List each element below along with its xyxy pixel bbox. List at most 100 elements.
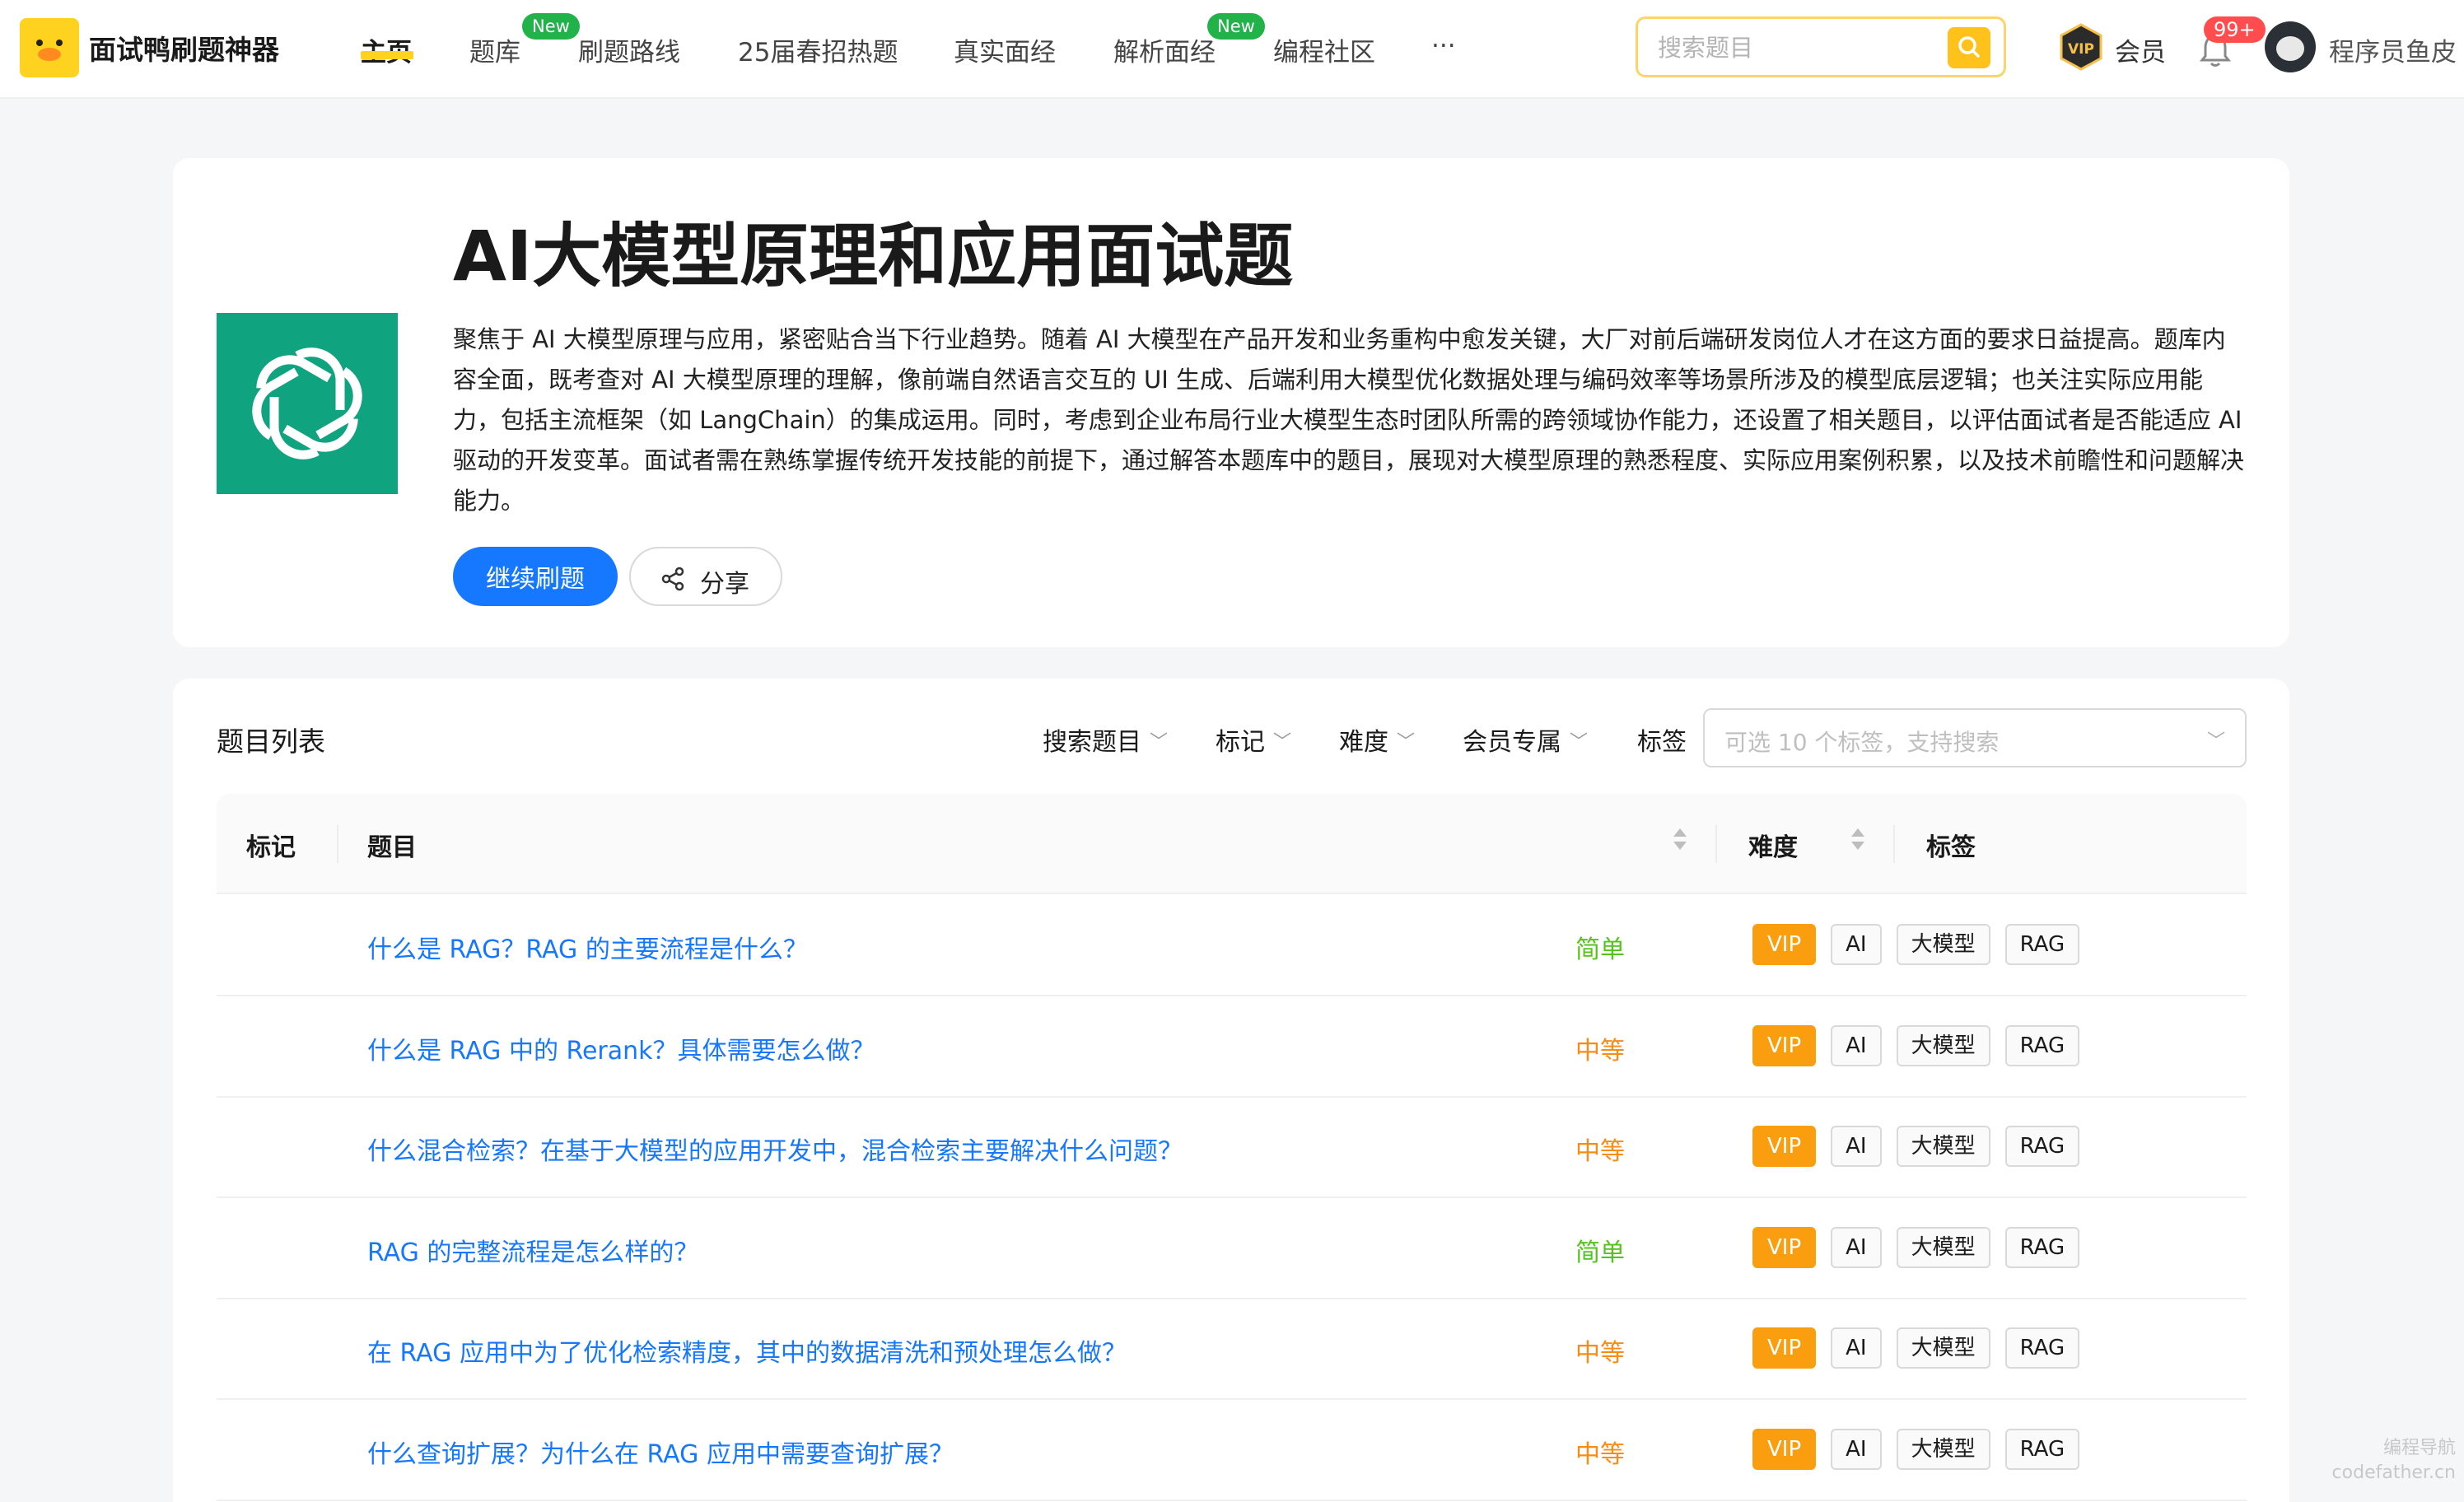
nav-study-path[interactable]: 刷题路线 (578, 31, 680, 68)
nav-more[interactable]: ··· (1431, 31, 1456, 61)
tag[interactable]: AI (1831, 1226, 1882, 1268)
avatar[interactable] (2265, 21, 2316, 72)
page-title: AI大模型原理和应用面试题 (453, 216, 1294, 296)
duck-logo-icon[interactable] (20, 18, 79, 77)
question-title-link[interactable]: 什么查询扩展？为什么在 RAG 应用中需要查询扩展？ (367, 1434, 954, 1470)
tag[interactable]: AI (1831, 1428, 1882, 1470)
nav-community[interactable]: 编程社区 (1273, 31, 1375, 68)
nav-question-bank[interactable]: 题库 (469, 31, 520, 68)
difficulty-label: 中等 (1575, 1036, 1625, 1066)
difficulty-label: 中等 (1575, 1137, 1625, 1166)
difficulty-label: 中等 (1575, 1439, 1625, 1469)
filter-search-dropdown[interactable]: 搜索题目 ﹀ (1043, 721, 1168, 758)
filter-difficulty-dropdown[interactable]: 难度 ﹀ (1339, 721, 1415, 758)
nav-parsed-interviews[interactable]: 解析面经 (1113, 31, 1216, 68)
chevron-down-icon: ﹀ (1397, 732, 1416, 753)
tag[interactable]: 大模型 (1896, 1428, 1990, 1470)
tag[interactable]: RAG (2004, 1226, 2080, 1268)
tag[interactable]: RAG (2004, 924, 2080, 965)
question-bank-description: 聚焦于 AI 大模型原理与应用，紧密贴合当下行业趋势。随着 AI 大模型在产品开… (453, 325, 2245, 515)
question-title-link[interactable]: RAG 的完整流程是怎么样的？ (367, 1232, 698, 1268)
column-title[interactable]: 题目 (367, 827, 417, 863)
notification-count-badge: 99+ (2204, 16, 2266, 43)
tag-list: VIP AI 大模型 RAG (1752, 1327, 2080, 1369)
vip-icon[interactable]: VIP (2059, 23, 2103, 71)
tag-select[interactable]: 可选 10 个标签，支持搜索 ﹀ (1703, 708, 2247, 767)
difficulty-label: 中等 (1575, 1339, 1625, 1368)
share-button[interactable]: 分享 (629, 547, 782, 606)
chevron-down-icon: ﹀ (1570, 732, 1589, 753)
continue-practice-button[interactable]: 继续刷题 (453, 547, 618, 606)
question-list-title: 题目列表 (217, 725, 325, 758)
username[interactable]: 程序员鱼皮 (2329, 31, 2457, 68)
tag[interactable]: 大模型 (1896, 1126, 1990, 1167)
difficulty-label: 简单 (1575, 935, 1625, 964)
search-box (1636, 16, 2006, 77)
filter-mark-dropdown[interactable]: 标记 ﹀ (1216, 721, 1291, 758)
vip-label[interactable]: 会员 (2115, 31, 2166, 68)
tag-select-placeholder: 可选 10 个标签，支持搜索 (1724, 729, 2000, 756)
tag[interactable]: 大模型 (1896, 1327, 1990, 1369)
tag[interactable]: 大模型 (1896, 924, 1990, 965)
tag[interactable]: 大模型 (1896, 1024, 1990, 1066)
vip-tag[interactable]: VIP (1752, 1226, 1817, 1268)
column-difficulty[interactable]: 难度 (1748, 827, 1798, 863)
nav-active-indicator (361, 51, 413, 59)
nav-spring-hot[interactable]: 25届春招热题 (738, 31, 898, 68)
table-row[interactable]: 什么混合检索？在基于大模型的应用开发中，混合检索主要解决什么问题？ 中等 VIP AI… (217, 1096, 2247, 1198)
vip-tag[interactable]: VIP (1752, 1327, 1817, 1369)
table-row[interactable]: 什么查询扩展？为什么在 RAG 应用中需要查询扩展？ 中等 VIP AI 大模型 RAG (217, 1399, 2247, 1501)
chevron-down-icon: ﹀ (2206, 731, 2225, 752)
tag[interactable]: RAG (2004, 1024, 2080, 1066)
table-row[interactable]: RAG 的完整流程是怎么样的？ 简单 VIP AI 大模型 RAG (217, 1197, 2247, 1299)
new-badge: New (522, 13, 580, 40)
tag-filter-label: 标签 (1637, 728, 1687, 757)
nav-real-interviews[interactable]: 真实面经 (954, 31, 1056, 68)
tag[interactable]: AI (1831, 1126, 1882, 1167)
question-title-link[interactable]: 什么混合检索？在基于大模型的应用开发中，混合检索主要解决什么问题？ (367, 1131, 1183, 1167)
svg-text:VIP: VIP (2068, 41, 2094, 58)
table-header: 标记 题目 难度 标签 (217, 794, 2247, 894)
question-title-link[interactable]: 什么是 RAG 中的 Rerank？具体需要怎么做？ (367, 1030, 875, 1066)
tag[interactable]: AI (1831, 1024, 1882, 1066)
vip-tag[interactable]: VIP (1752, 1024, 1817, 1066)
tag[interactable]: AI (1831, 924, 1882, 965)
share-label: 分享 (700, 570, 749, 599)
tag-list: VIP AI 大模型 RAG (1752, 1024, 2080, 1066)
chevron-down-icon: ﹀ (1150, 732, 1169, 753)
tag[interactable]: AI (1831, 1327, 1882, 1369)
watermark: 编程导航 codefather.cn (2331, 1438, 2456, 1483)
tag-list: VIP AI 大模型 RAG (1752, 924, 2080, 965)
top-nav-bar: 面试鸭刷题神器 主页 题库 New 刷题路线 25届春招热题 真实面经 解析面经… (0, 0, 2464, 99)
question-bank-header-card: AI大模型原理和应用面试题 聚焦于 AI 大模型原理与应用，紧密贴合当下行业趋势… (173, 158, 2289, 647)
openai-logo-icon (217, 313, 398, 494)
sort-icon[interactable] (1671, 825, 1689, 858)
vip-tag[interactable]: VIP (1752, 1428, 1817, 1470)
vip-tag[interactable]: VIP (1752, 924, 1817, 965)
share-icon (661, 567, 684, 591)
table-row[interactable]: 在 RAG 应用中为了优化检索精度，其中的数据清洗和预处理怎么做？ 中等 VIP AI… (217, 1298, 2247, 1400)
tag-list: VIP AI 大模型 RAG (1752, 1428, 2080, 1470)
table-row[interactable]: 什么是 RAG？RAG 的主要流程是什么？ 简单 VIP AI 大模型 RAG (217, 894, 2247, 996)
column-mark: 标记 (246, 833, 296, 862)
table-row[interactable]: 什么是 RAG 中的 Rerank？具体需要怎么做？ 中等 VIP AI 大模型 RAG (217, 996, 2247, 1098)
tag[interactable]: RAG (2004, 1327, 2080, 1369)
search-button[interactable] (1948, 27, 1990, 68)
new-badge: New (1207, 13, 1265, 40)
tag[interactable]: RAG (2004, 1428, 2080, 1470)
search-input[interactable] (1656, 30, 1931, 65)
question-title-link[interactable]: 在 RAG 应用中为了优化检索精度，其中的数据清洗和预处理怎么做？ (367, 1332, 1127, 1369)
tag-list: VIP AI 大模型 RAG (1752, 1226, 2080, 1268)
brand-name[interactable]: 面试鸭刷题神器 (89, 28, 279, 68)
tag-list: VIP AI 大模型 RAG (1752, 1126, 2080, 1167)
filter-vip-dropdown[interactable]: 会员专属 ﹀ (1463, 721, 1588, 758)
sort-icon[interactable] (1849, 825, 1867, 858)
column-tags: 标签 (1926, 833, 1976, 862)
nav-home[interactable]: 主页 (361, 31, 412, 68)
search-icon (1958, 36, 1980, 58)
vip-tag[interactable]: VIP (1752, 1126, 1817, 1167)
question-title-link[interactable]: 什么是 RAG？RAG 的主要流程是什么？ (367, 929, 808, 965)
tag[interactable]: RAG (2004, 1126, 2080, 1167)
tag[interactable]: 大模型 (1896, 1226, 1990, 1268)
question-list-card: 题目列表 搜索题目 ﹀ 标记 ﹀ 难度 ﹀ 会员专属 ﹀ 标签 可选 10 个标签，支持… (173, 679, 2289, 1502)
